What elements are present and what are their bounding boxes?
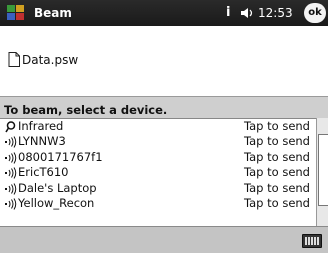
menu-bar	[0, 226, 328, 253]
device-row[interactable]: 0800171767f1 Tap to send	[0, 150, 316, 165]
device-row[interactable]: Yellow_Recon Tap to send	[0, 196, 316, 211]
bluetooth-icon	[5, 136, 17, 149]
tap-to-send-label[interactable]: Tap to send	[244, 150, 310, 165]
status-indicator[interactable]: i	[226, 5, 230, 20]
file-area: Data.psw	[0, 26, 328, 96]
document-icon	[8, 52, 20, 67]
bluetooth-icon	[5, 167, 17, 179]
device-list: Infrared Tap to send LYNNW3 Tap to send …	[0, 118, 316, 227]
bluetooth-icon	[5, 182, 17, 195]
device-row[interactable]: Dale's Laptop Tap to send	[0, 181, 316, 196]
device-name: 0800171767f1	[18, 149, 103, 164]
tap-to-send-label[interactable]: Tap to send	[244, 196, 310, 211]
vertical-scrollbar[interactable]	[316, 118, 328, 226]
device-row-infrared[interactable]: Infrared Tap to send	[0, 119, 316, 134]
bluetooth-icon	[5, 152, 17, 164]
windows-start-icon[interactable]	[4, 3, 30, 23]
tap-to-send-label[interactable]: Tap to send	[244, 165, 310, 180]
device-name: Infrared	[18, 119, 64, 133]
clock[interactable]: 12:53	[258, 6, 293, 20]
device-name: EricT610	[18, 165, 69, 180]
infrared-icon	[5, 121, 16, 133]
tap-to-send-label[interactable]: Tap to send	[244, 134, 310, 149]
speaker-icon[interactable]	[240, 6, 256, 20]
tap-to-send-label[interactable]: Tap to send	[244, 181, 310, 196]
device-name: LYNNW3	[18, 134, 66, 149]
device-row[interactable]: EricT610 Tap to send	[0, 165, 316, 180]
bluetooth-icon	[5, 198, 17, 210]
instruction-label: To beam, select a device.	[4, 103, 168, 117]
file-name: Data.psw	[22, 53, 79, 67]
device-name: Yellow_Recon	[18, 195, 95, 210]
keyboard-icon[interactable]	[302, 234, 322, 248]
window-title: Beam	[34, 6, 72, 20]
title-bar: Beam i 12:53 ok	[0, 0, 328, 26]
tap-to-send-label[interactable]: Tap to send	[244, 119, 310, 134]
divider	[0, 96, 328, 97]
scrollbar-thumb[interactable]	[318, 134, 328, 206]
device-row[interactable]: LYNNW3 Tap to send	[0, 134, 316, 149]
ok-button[interactable]: ok	[304, 3, 326, 23]
device-name: Dale's Laptop	[18, 180, 97, 195]
